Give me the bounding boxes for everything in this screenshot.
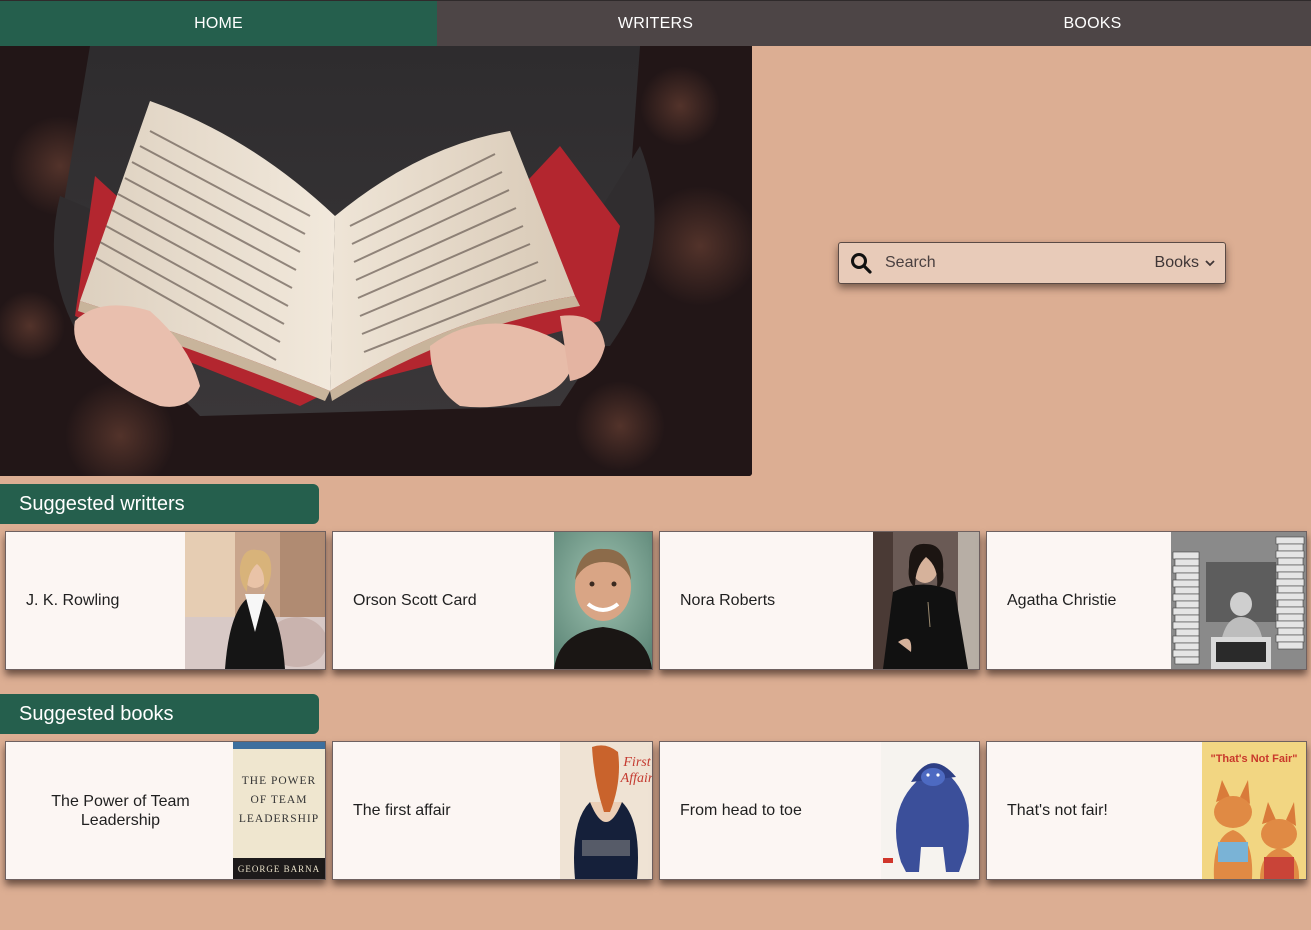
book-cover: THE POWER OF TEAM LEADERSHIP GEORGE BARN…	[233, 742, 325, 879]
nav-books[interactable]: BOOKS	[874, 1, 1311, 46]
top-nav: HOME WRITERS BOOKS	[0, 0, 1311, 46]
writer-name: Agatha Christie	[1007, 592, 1117, 609]
book-card[interactable]: The Power of Team Leadership THE POWER O…	[5, 741, 326, 880]
book-cover: First Affair	[560, 742, 652, 879]
writers-row: J. K. Rowling Orson Scott Card Nora Robe…	[5, 531, 1307, 670]
writer-card[interactable]: Agatha Christie	[986, 531, 1307, 670]
cover-text: THE POWER	[242, 775, 316, 787]
book-title: That's not fair!	[1007, 802, 1108, 819]
search-category-label: Books	[1154, 254, 1199, 271]
writer-card[interactable]: J. K. Rowling	[5, 531, 326, 670]
book-title: The Power of Team Leadership	[51, 792, 190, 829]
search-category-select[interactable]: Books	[1155, 254, 1225, 272]
suggested-writers-title: Suggested writters	[19, 492, 185, 515]
cover-author: GEORGE BARNA	[238, 864, 320, 874]
cover-text: Affair	[620, 771, 652, 786]
books-row: The Power of Team Leadership THE POWER O…	[5, 741, 1307, 880]
cover-text: OF TEAM	[251, 794, 308, 806]
writer-photo	[873, 532, 979, 669]
book-card[interactable]: From head to toe	[659, 741, 980, 880]
search-bar: Books	[838, 242, 1226, 284]
cover-text: "That's Not Fair"	[1211, 753, 1298, 765]
book-cover	[881, 742, 979, 879]
writer-name: Nora Roberts	[680, 592, 776, 609]
writer-photo	[185, 532, 325, 669]
writer-photo	[1171, 532, 1306, 669]
cover-text: LEADERSHIP	[239, 813, 319, 825]
book-cover: "That's Not Fair"	[1202, 742, 1306, 879]
book-title: From head to toe	[680, 802, 802, 819]
book-card[interactable]: The first affair First Affair	[332, 741, 653, 880]
cover-text: First	[622, 755, 651, 770]
chevron-down-icon	[1205, 254, 1215, 272]
book-card[interactable]: That's not fair! "That's Not Fair"	[986, 741, 1307, 880]
search-icon[interactable]	[841, 243, 881, 283]
book-title: The first affair	[353, 802, 451, 819]
suggested-writers-heading: Suggested writters	[0, 484, 319, 524]
writer-photo	[554, 532, 652, 669]
writer-name: J. K. Rowling	[26, 592, 120, 609]
search-input[interactable]	[881, 244, 1155, 282]
nav-writers[interactable]: WRITERS	[437, 1, 874, 46]
writer-card[interactable]: Orson Scott Card	[332, 531, 653, 670]
hero-image	[0, 46, 752, 476]
writer-name: Orson Scott Card	[353, 592, 477, 609]
nav-home[interactable]: HOME	[0, 1, 437, 46]
writer-card[interactable]: Nora Roberts	[659, 531, 980, 670]
suggested-books-title: Suggested books	[19, 702, 174, 725]
suggested-books-heading: Suggested books	[0, 694, 319, 734]
